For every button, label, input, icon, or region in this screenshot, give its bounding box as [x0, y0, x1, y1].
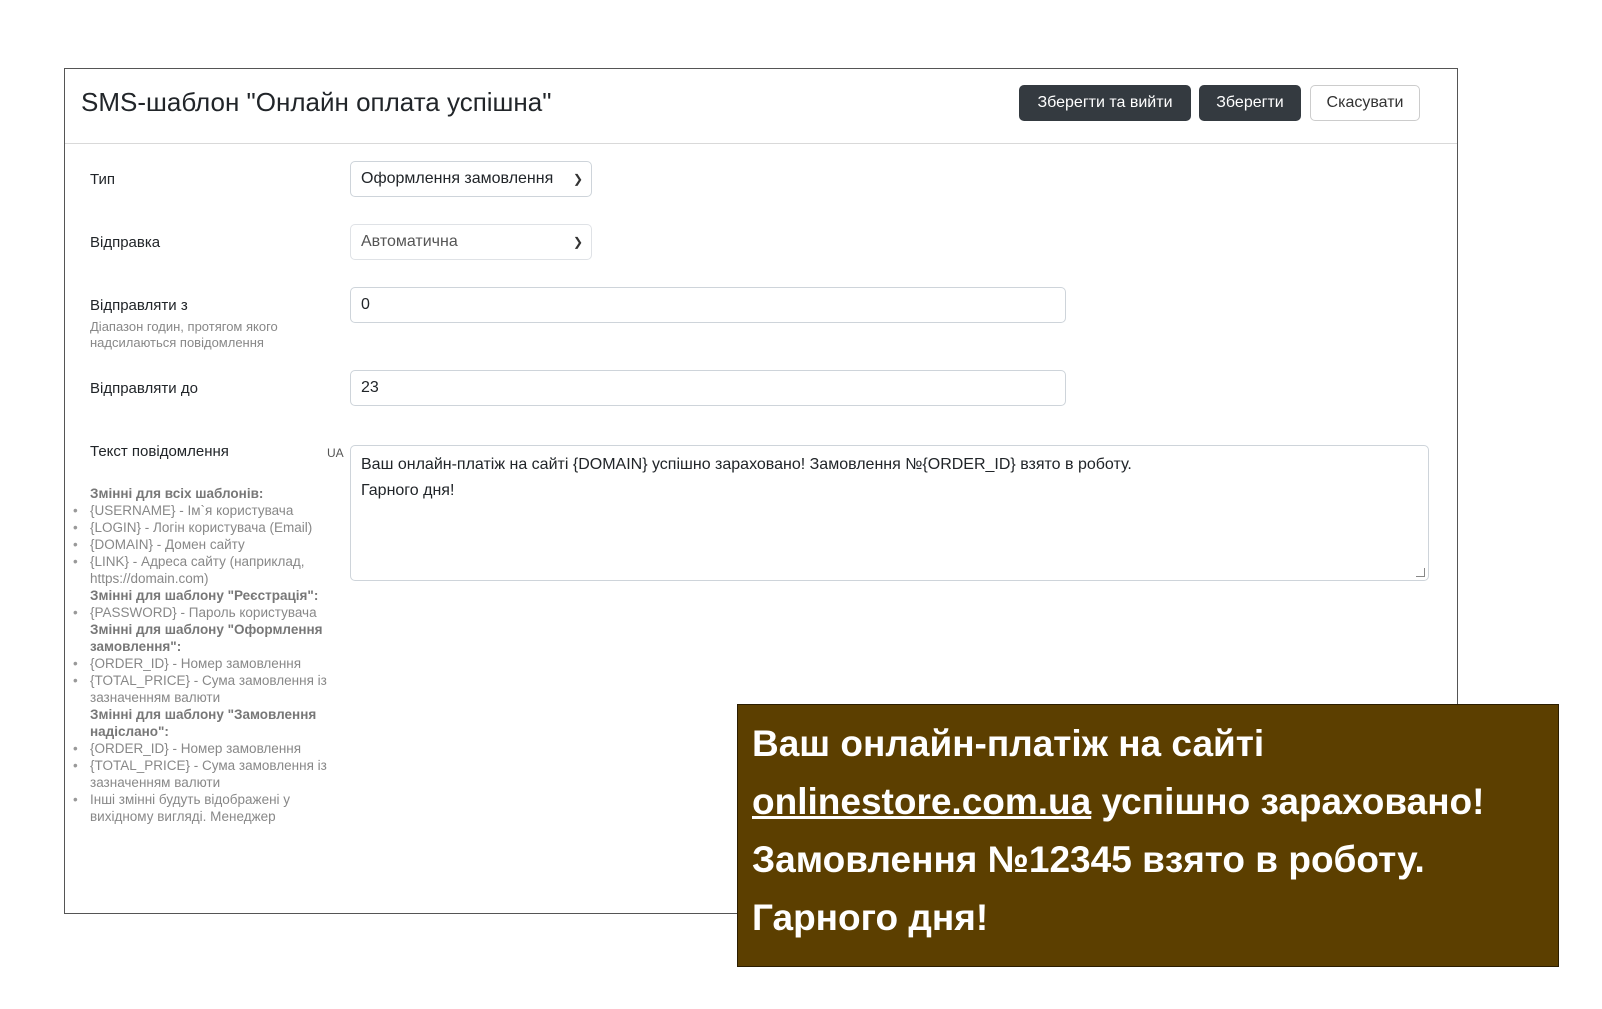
chevron-down-icon: ❯ — [572, 235, 583, 249]
cancel-button[interactable]: Скасувати — [1310, 85, 1420, 121]
chevron-down-icon: ❯ — [572, 172, 583, 186]
preview-suffix: успішно зараховано! — [1091, 781, 1485, 822]
variable-item: {LOGIN} - Логін користувача (Email) — [73, 519, 331, 536]
sms-preview-text: Ваш онлайн-платіж на сайті onlinestore.c… — [752, 715, 1552, 947]
sms-preview-card: Ваш онлайн-платіж на сайті onlinestore.c… — [737, 704, 1559, 967]
sending-select[interactable]: Автоматична ❯ — [350, 224, 592, 260]
page-title: SMS-шаблон "Онлайн оплата успішна" — [81, 87, 552, 117]
type-label: Тип — [90, 171, 116, 188]
send-to-label: Відправляти до — [90, 380, 198, 397]
language-badge: UA — [327, 446, 344, 460]
preview-prefix: Ваш онлайн-платіж на сайті — [752, 723, 1265, 764]
variable-item: {USERNAME} - Ім`я користувача — [73, 502, 331, 519]
variables-help: Змінні для всіх шаблонів: {USERNAME} - І… — [73, 485, 331, 825]
variables-all-header: Змінні для всіх шаблонів: — [90, 486, 264, 501]
variable-item: {ORDER_ID} - Номер замовлення — [73, 655, 331, 672]
variable-item: {TOTAL_PRICE} - Сума замовлення із зазна… — [73, 757, 331, 791]
variables-order-header: Змінні для шаблону "Оформлення замовленн… — [90, 622, 323, 654]
preview-order-line: Замовлення №12345 взято в роботу. — [752, 839, 1425, 880]
variables-registration-header: Змінні для шаблону "Реєстрація": — [90, 588, 319, 603]
variable-item: {LINK} - Адреса сайту (наприклад, https:… — [73, 553, 331, 587]
preview-greeting: Гарного дня! — [752, 897, 989, 938]
send-from-help: Діапазон годин, протягом якого надсилают… — [90, 319, 278, 350]
message-textarea[interactable]: Ваш онлайн-платіж на сайті {DOMAIN} успі… — [350, 445, 1429, 581]
sending-label: Відправка — [90, 234, 161, 251]
save-button[interactable]: Зберегти — [1199, 85, 1301, 121]
type-select-value: Оформлення замовлення — [361, 170, 554, 187]
variable-item: {DOMAIN} - Домен сайту — [73, 536, 331, 553]
variables-shipped-header: Змінні для шаблону "Замовлення надіслано… — [90, 707, 317, 739]
panel-header: SMS-шаблон "Онлайн оплата успішна" Збере… — [65, 69, 1457, 144]
send-from-input[interactable]: 0 — [350, 287, 1066, 323]
message-line-1: Ваш онлайн-платіж на сайті {DOMAIN} успі… — [361, 456, 1132, 473]
variable-item: {TOTAL_PRICE} - Сума замовлення із зазна… — [73, 672, 331, 706]
variable-item: {ORDER_ID} - Номер замовлення — [73, 740, 331, 757]
variable-item: Інші змінні будуть відображені у вихідно… — [73, 791, 331, 825]
sending-select-value: Автоматична — [361, 233, 458, 250]
variable-item: {PASSWORD} - Пароль користувача — [73, 604, 331, 621]
preview-domain-link[interactable]: onlinestore.com.ua — [752, 781, 1091, 822]
type-select[interactable]: Оформлення замовлення ❯ — [350, 161, 592, 197]
save-and-exit-button[interactable]: Зберегти та вийти — [1019, 85, 1191, 121]
message-line-2: Гарного дня! — [361, 482, 455, 499]
send-to-input[interactable]: 23 — [350, 370, 1066, 406]
message-label: Текст повідомлення — [90, 443, 229, 460]
resize-handle-icon[interactable] — [1416, 568, 1425, 577]
send-from-label: Відправляти з — [90, 297, 188, 314]
